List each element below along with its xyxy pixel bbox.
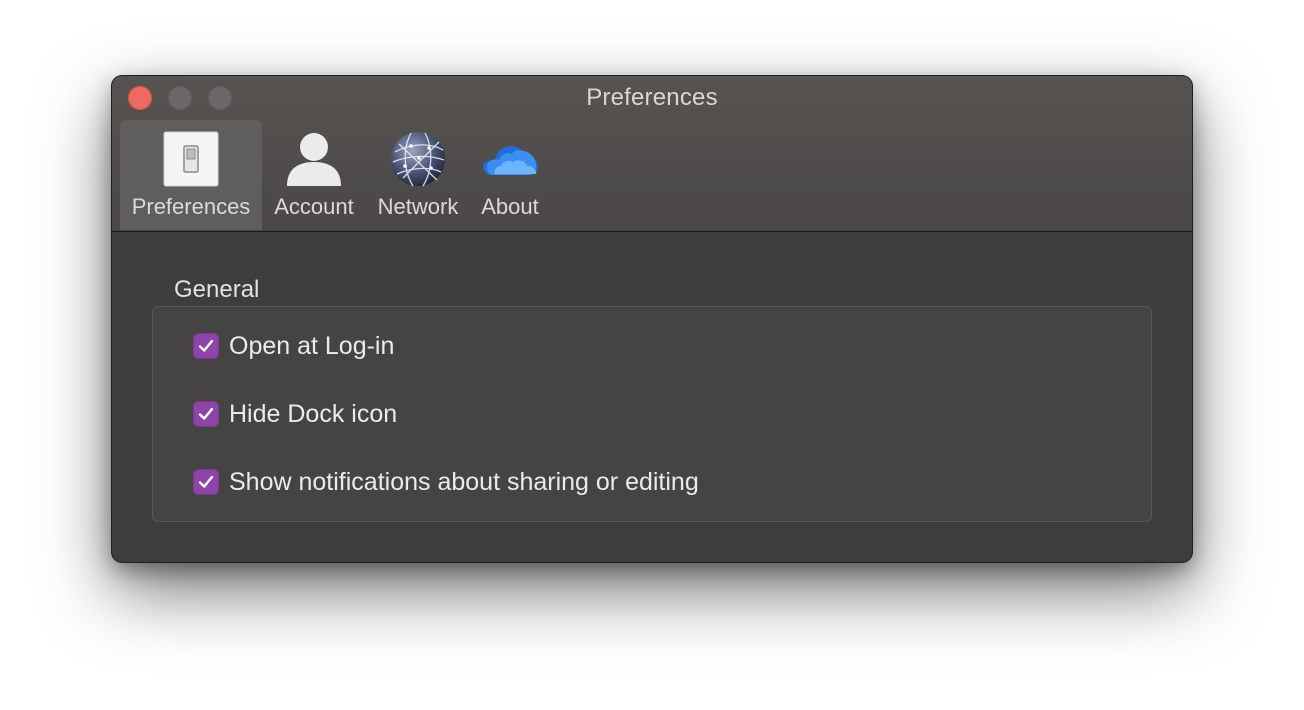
hide-dock-icon-option[interactable]: Hide Dock icon — [193, 399, 397, 429]
show-notifications-option[interactable]: Show notifications about sharing or edit… — [193, 467, 699, 497]
general-section-title: General — [174, 276, 260, 303]
checkmark-icon — [198, 339, 214, 352]
checkmark-icon — [198, 407, 214, 420]
tab-account[interactable]: Account — [268, 120, 360, 230]
tab-preferences-label: Preferences — [131, 194, 251, 219]
show-notifications-checkbox[interactable] — [193, 469, 219, 495]
tab-preferences[interactable]: Preferences — [120, 120, 262, 230]
preferences-content: General Open at Log-in Hide Dock icon Sh… — [112, 232, 1192, 562]
hide-dock-icon-checkbox[interactable] — [193, 401, 219, 427]
hide-dock-icon-label: Hide Dock icon — [229, 399, 398, 428]
tab-network-label: Network — [377, 194, 459, 219]
checkmark-icon — [198, 475, 214, 488]
window-title: Preferences — [586, 84, 718, 111]
titlebar: Preferences Preferences Account Network … — [112, 76, 1192, 232]
tab-network[interactable]: Network — [370, 120, 466, 230]
onedrive-cloud-icon — [483, 146, 538, 175]
general-groupbox: Open at Log-in Hide Dock icon Show notif… — [152, 306, 1152, 522]
open-at-login-option[interactable]: Open at Log-in — [193, 331, 394, 361]
preferences-window: Preferences Preferences Account Network … — [112, 76, 1192, 562]
open-at-login-checkbox[interactable] — [193, 333, 219, 359]
tab-account-label: Account — [274, 194, 354, 219]
switch-icon — [163, 131, 219, 187]
globe-network-icon — [391, 132, 445, 187]
person-icon — [287, 133, 341, 186]
open-at-login-label: Open at Log-in — [229, 331, 395, 360]
tab-about[interactable]: About — [472, 120, 548, 230]
toolbar: Preferences Account Network About — [112, 120, 1192, 231]
show-notifications-label: Show notifications about sharing or edit… — [229, 467, 699, 496]
tab-about-label: About — [481, 194, 539, 219]
